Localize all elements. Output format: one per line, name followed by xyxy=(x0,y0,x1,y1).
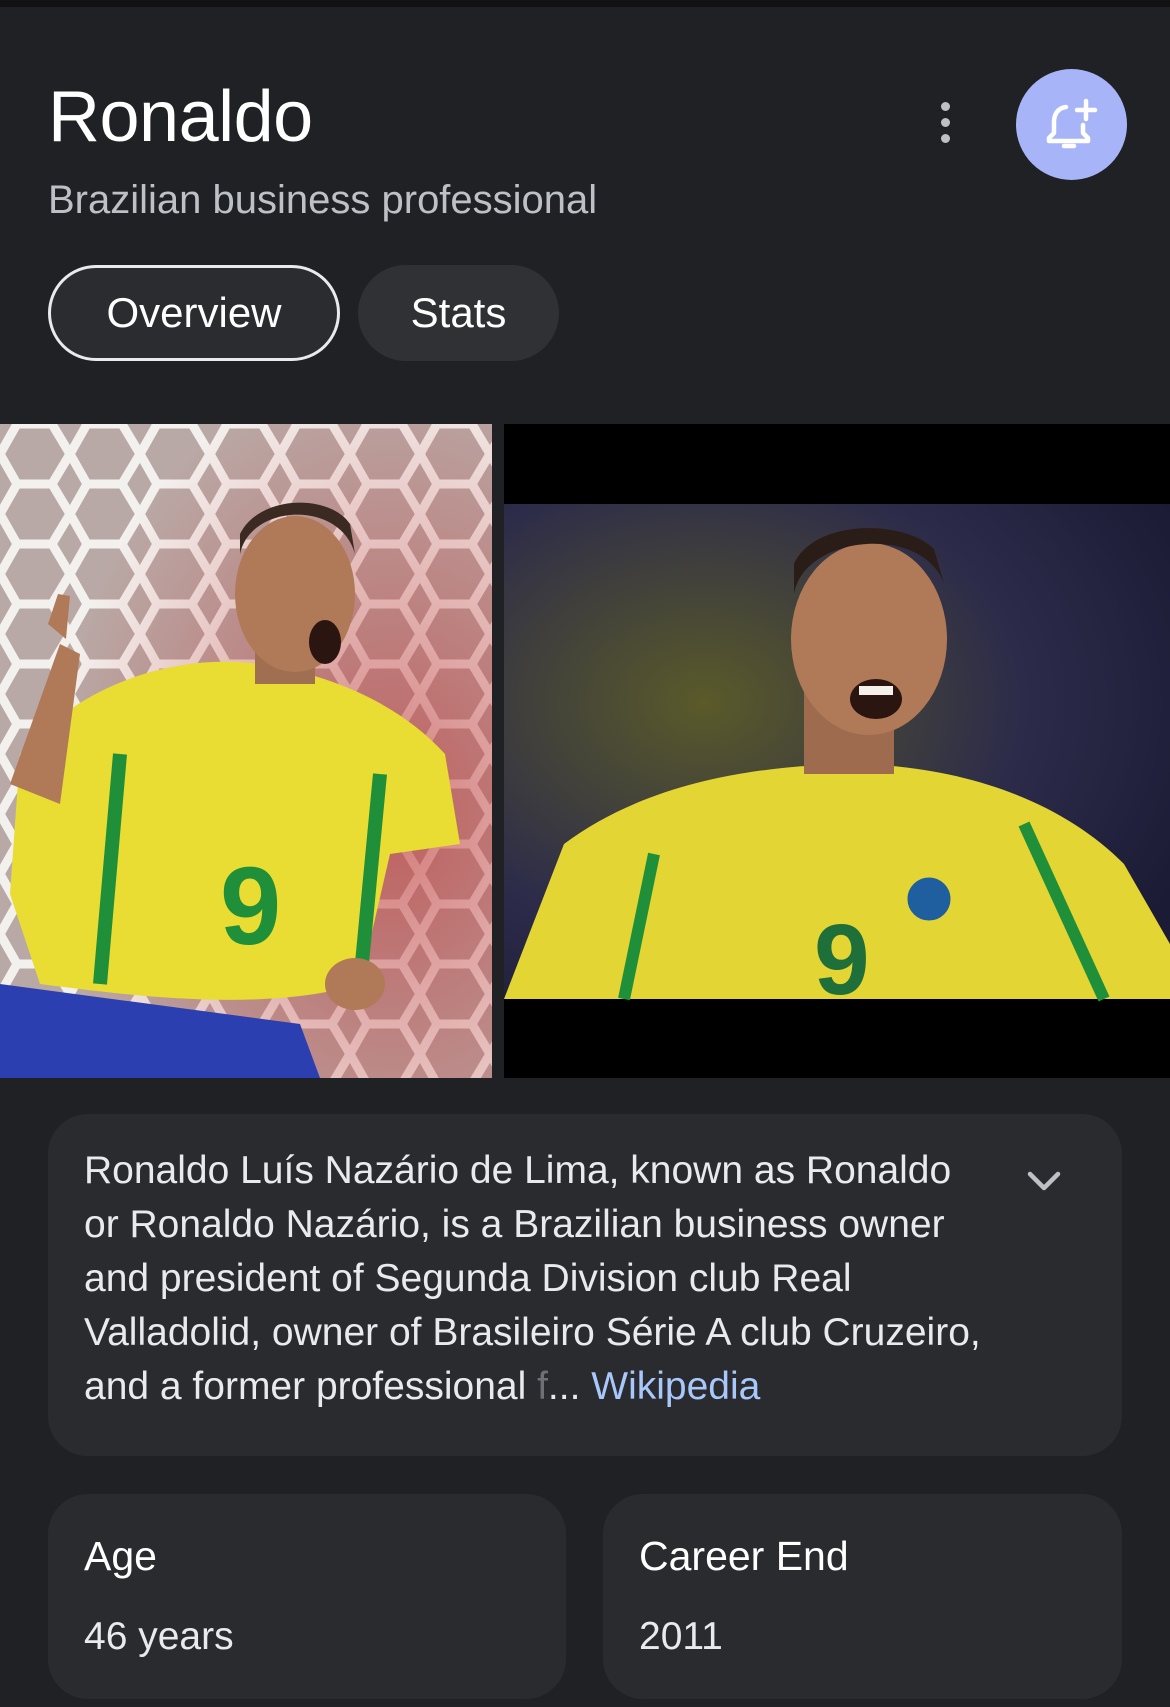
more-vert-icon-dot xyxy=(940,133,950,143)
knowledge-panel: Ronaldo Brazilian business professional … xyxy=(0,0,1170,1707)
svg-text:9: 9 xyxy=(814,904,870,1016)
stat-card-age[interactable]: Age 46 years xyxy=(48,1494,566,1699)
description-text: Ronaldo Luís Nazário de Lima, known as R… xyxy=(84,1144,984,1414)
stat-card-career-end[interactable]: Career End 2011 xyxy=(603,1494,1122,1699)
wikipedia-link[interactable]: Wikipedia xyxy=(591,1365,760,1408)
follow-notification-button[interactable] xyxy=(1016,69,1127,180)
description-card: Ronaldo Luís Nazário de Lima, known as R… xyxy=(48,1114,1122,1456)
description-ellipsis: ... xyxy=(547,1365,592,1408)
more-vert-icon xyxy=(940,101,950,111)
top-divider xyxy=(0,0,1170,7)
entity-title: Ronaldo xyxy=(48,77,313,157)
entity-image-2[interactable]: 9 xyxy=(504,424,1170,1078)
tab-overview[interactable]: Overview xyxy=(48,265,340,361)
description-body: Ronaldo Luís Nazário de Lima, known as R… xyxy=(84,1149,981,1408)
more-options-button[interactable] xyxy=(920,92,970,152)
stat-value: 2011 xyxy=(639,1615,723,1658)
stat-label: Career End xyxy=(639,1533,849,1579)
bell-add-icon xyxy=(1046,98,1097,148)
entity-subtitle: Brazilian business professional xyxy=(48,178,598,222)
chevron-down-icon[interactable] xyxy=(1022,1160,1066,1204)
tab-stats[interactable]: Stats xyxy=(358,265,559,361)
description-fade: f xyxy=(537,1365,548,1408)
stat-value: 46 years xyxy=(84,1615,234,1658)
photo-1-graphic: 9 xyxy=(0,424,492,1078)
stat-label: Age xyxy=(84,1533,157,1579)
entity-image-1[interactable]: 9 xyxy=(0,424,492,1078)
svg-text:9: 9 xyxy=(220,845,281,968)
more-vert-icon-dot xyxy=(940,117,950,127)
photo-2-graphic: 9 xyxy=(504,424,1170,1078)
